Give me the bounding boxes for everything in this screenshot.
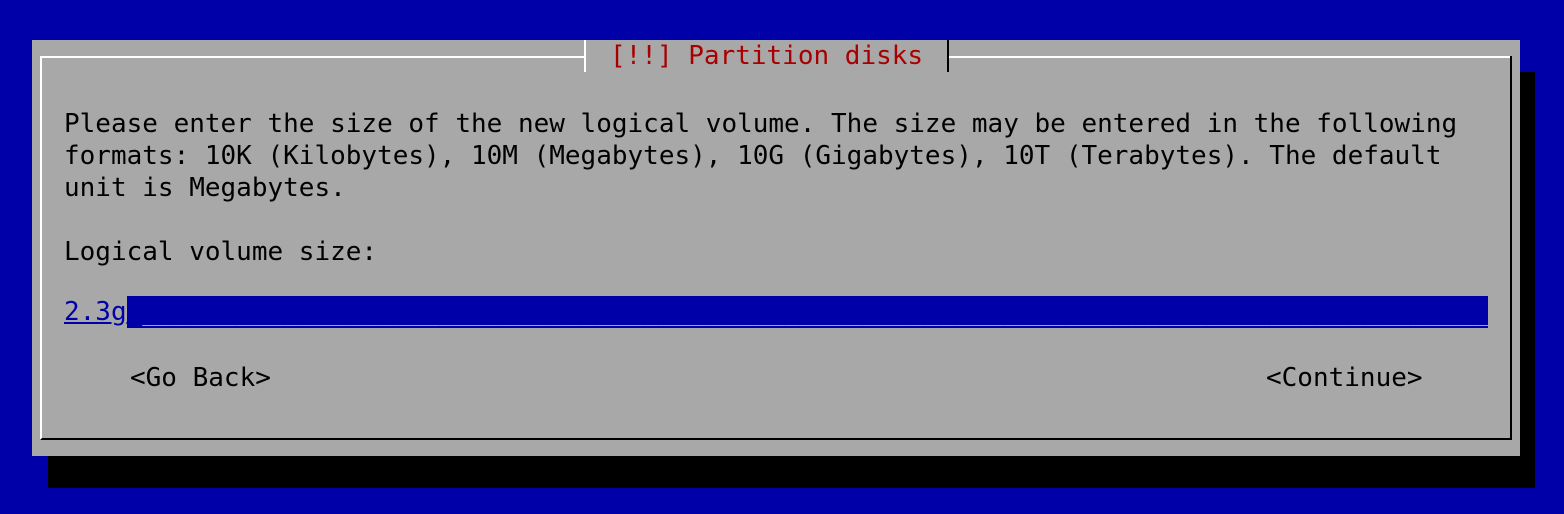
title-right-tick bbox=[947, 40, 950, 72]
continue-button[interactable]: <Continue> bbox=[1266, 362, 1423, 394]
go-back-button[interactable]: <Go Back> bbox=[130, 362, 271, 394]
partition-dialog: [!!] Partition disks Please enter the si… bbox=[32, 40, 1520, 456]
dialog-description: Please enter the size of the new logical… bbox=[64, 109, 1473, 203]
logical-volume-size-input[interactable]: 2.3g ___________________________________… bbox=[64, 296, 1488, 328]
dialog-title-bar: [!!] Partition disks bbox=[584, 40, 950, 72]
frame-edge bbox=[1510, 56, 1512, 440]
input-underscore-fill: ________________________________________… bbox=[126, 297, 1488, 327]
dialog-title: [!!] Partition disks bbox=[610, 41, 924, 71]
logical-volume-size-label: Logical volume size: bbox=[64, 237, 378, 267]
logical-volume-size-value[interactable]: 2.3g bbox=[64, 296, 127, 328]
